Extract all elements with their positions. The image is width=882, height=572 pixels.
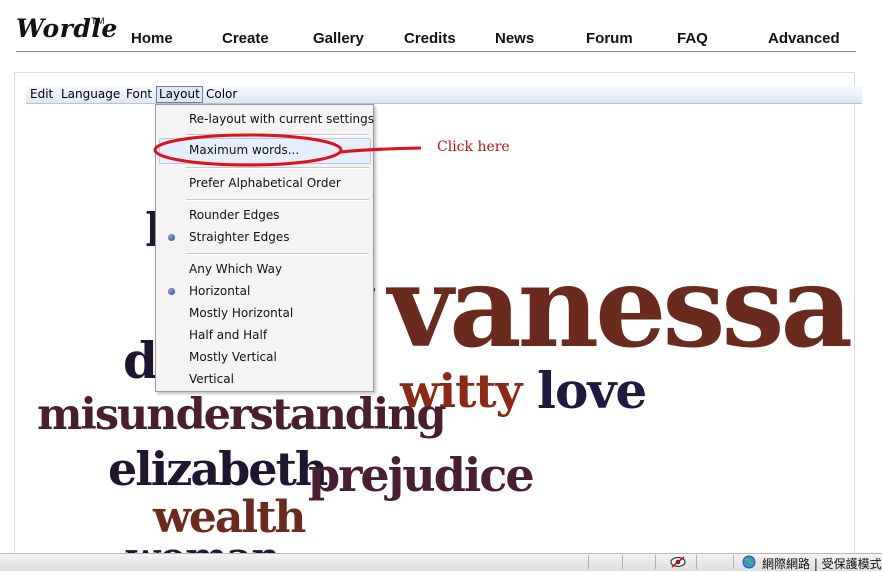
nav-news[interactable]: News	[495, 30, 534, 47]
menu-item-any-which-way[interactable]: Any Which Way	[189, 261, 282, 277]
word-elizabeth: elizabeth	[108, 442, 328, 496]
nav-gallery[interactable]: Gallery	[313, 30, 364, 47]
word-love: love	[537, 361, 647, 420]
status-divider	[733, 555, 734, 569]
word-prejudice: prejudice	[308, 448, 535, 502]
menu-item-mostly-horizontal[interactable]: Mostly Horizontal	[189, 305, 293, 321]
menu-item-vertical[interactable]: Vertical	[189, 371, 234, 387]
globe-icon	[742, 555, 756, 569]
nav-forum[interactable]: Forum	[586, 30, 633, 47]
menu-language[interactable]: Language	[61, 87, 120, 102]
menu-item-mostly-vertical[interactable]: Mostly Vertical	[189, 349, 277, 365]
menu-item-half-and-half[interactable]: Half and Half	[189, 327, 267, 343]
nav-home[interactable]: Home	[131, 30, 173, 47]
header-divider	[16, 51, 856, 52]
menu-separator	[186, 253, 369, 255]
status-divider	[588, 555, 589, 569]
status-divider	[655, 555, 656, 569]
menu-item-rounder-edges[interactable]: Rounder Edges	[189, 207, 280, 223]
menu-edit[interactable]: Edit	[30, 87, 53, 102]
highlight-ellipse	[153, 133, 343, 167]
menu-color[interactable]: Color	[206, 87, 237, 102]
word-misunderstanding: misunderstanding	[37, 390, 447, 440]
word-clip: woman	[0, 538, 882, 553]
annotation-overlay	[153, 133, 422, 167]
annotation-text: Click here	[437, 139, 510, 155]
word-woman: woman	[126, 538, 280, 553]
menu-layout[interactable]: Layout	[156, 86, 203, 103]
radio-selected-icon	[168, 288, 175, 295]
menu-font[interactable]: Font	[126, 87, 152, 102]
nav-credits[interactable]: Credits	[404, 30, 456, 47]
menu-item-straighter-edges[interactable]: Straighter Edges	[189, 229, 289, 245]
menu-item-alphabetical[interactable]: Prefer Alphabetical Order	[189, 175, 341, 191]
nav-advanced[interactable]: Advanced	[768, 30, 840, 47]
menu-item-relayout[interactable]: Re-layout with current settings	[189, 111, 374, 127]
security-zone-text: 網際網路 | 受保護模式:	[762, 557, 882, 571]
word-vanessa: vanessa	[388, 242, 853, 373]
arrow-line	[339, 146, 422, 154]
nav-faq[interactable]: FAQ	[677, 30, 708, 47]
wordle-logo[interactable]: Wordle TM	[16, 14, 118, 43]
nav-create[interactable]: Create	[222, 30, 269, 47]
trademark: TM	[91, 16, 105, 26]
status-divider	[622, 555, 623, 569]
menu-item-horizontal[interactable]: Horizontal	[189, 283, 250, 299]
word-wealth: wealth	[153, 492, 306, 543]
privacy-eye-icon[interactable]	[668, 555, 688, 569]
menu-separator	[186, 199, 369, 201]
radio-selected-icon	[168, 234, 175, 241]
status-divider	[696, 555, 697, 569]
